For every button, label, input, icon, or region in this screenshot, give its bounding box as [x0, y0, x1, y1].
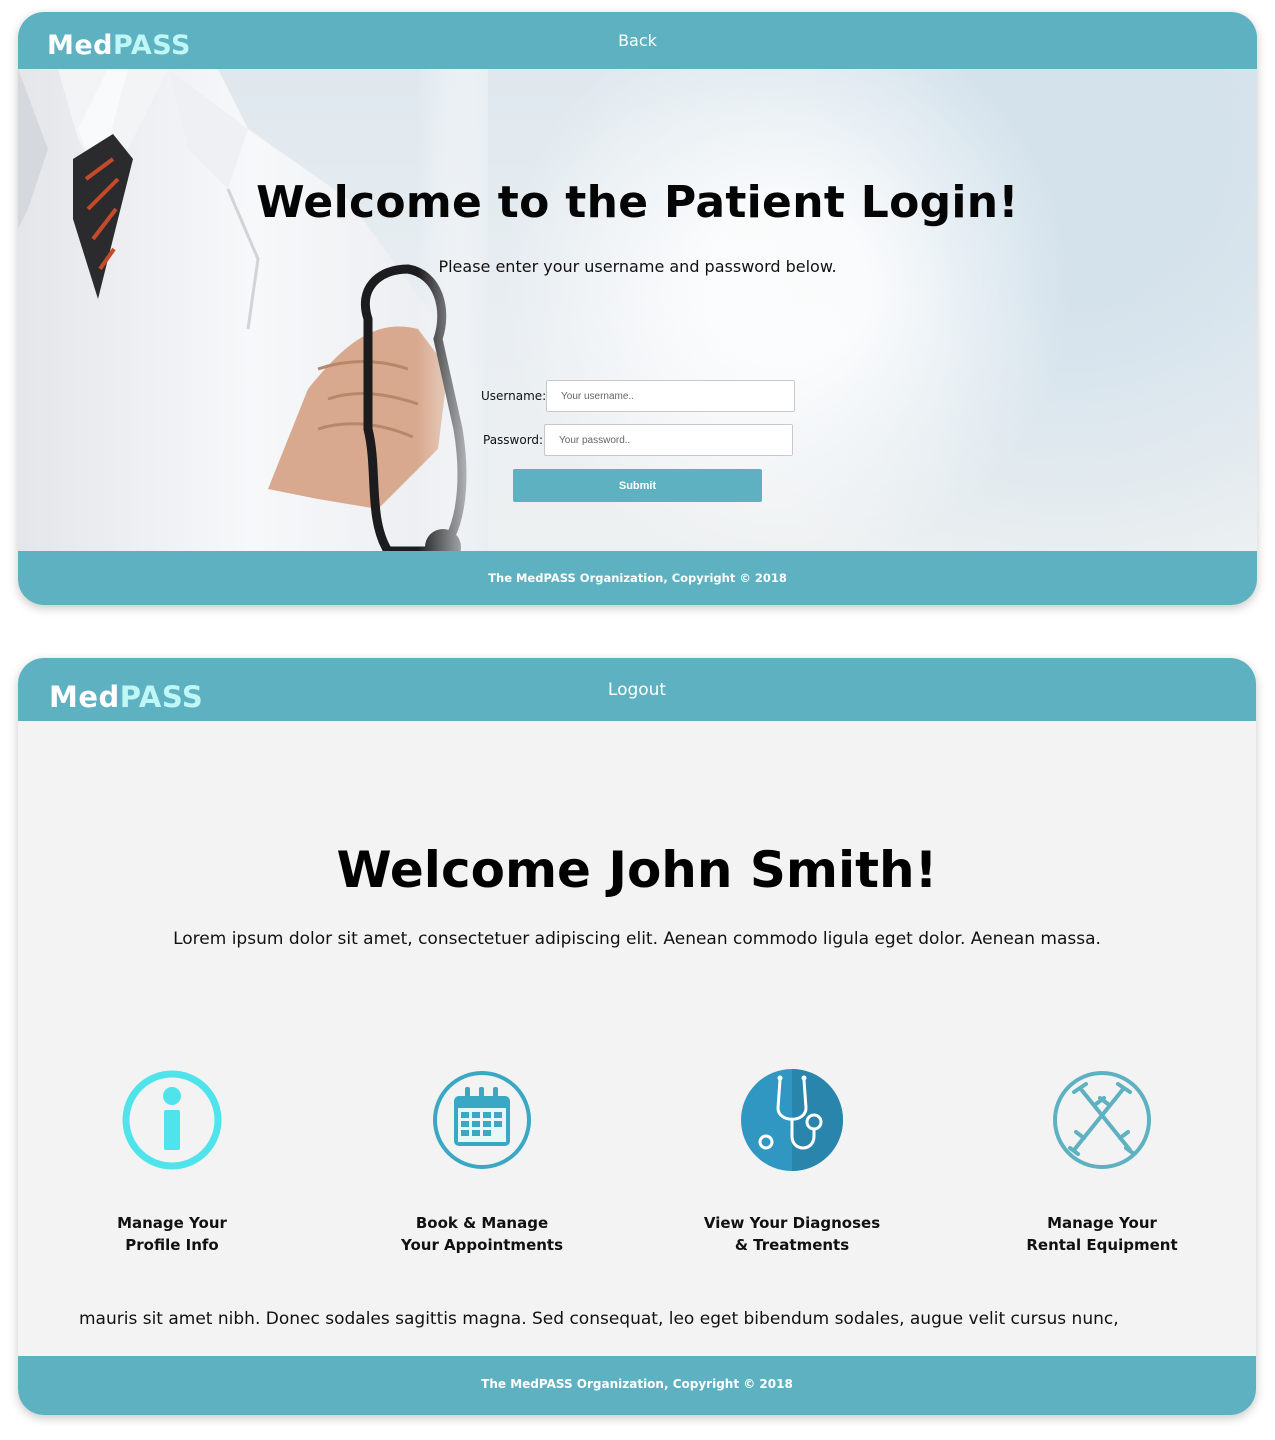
welcome-title: Welcome John Smith!	[336, 841, 938, 899]
crutches-icon	[1053, 1071, 1151, 1169]
username-label: Username:	[481, 389, 547, 403]
dashboard-footer: The MedPASS Organization, Copyright © 20…	[18, 1356, 1256, 1415]
tile-label: Manage Your Profile Info	[117, 1214, 227, 1254]
username-input[interactable]	[546, 380, 795, 412]
tile-diagnoses[interactable]: View Your Diagnoses & Treatments	[672, 1068, 912, 1256]
doctor-image	[18, 69, 488, 551]
login-title: Welcome to the Patient Login!	[256, 177, 1019, 228]
dashboard-screen: MedPASS Logout Welcome John Smith! Lorem…	[18, 658, 1256, 1415]
login-hero: Welcome to the Patient Login! Please ent…	[18, 69, 1257, 551]
welcome-intro: Lorem ipsum dolor sit amet, consectetuer…	[173, 929, 1101, 949]
dashboard-header: MedPASS Logout	[18, 658, 1256, 721]
username-row: Username:	[18, 380, 1257, 412]
tile-rental-equipment[interactable]: Manage Your Rental Equipment	[982, 1068, 1222, 1256]
back-link[interactable]: Back	[18, 31, 1257, 50]
body-text: mauris sit amet nibh. Donec sodales sagi…	[79, 1309, 1119, 1329]
tile-label: Manage Your Rental Equipment	[1026, 1214, 1178, 1254]
password-input[interactable]	[544, 424, 793, 456]
stethoscope-icon	[741, 1069, 843, 1171]
submit-button[interactable]: Submit	[513, 469, 762, 502]
login-screen: MedPASS Back Welcome to the Patient Logi…	[18, 12, 1257, 605]
password-row: Password:	[18, 424, 1257, 456]
tile-profile-info[interactable]: Manage Your Profile Info	[52, 1068, 292, 1256]
login-footer: The MedPASS Organization, Copyright © 20…	[18, 551, 1257, 605]
logout-link[interactable]: Logout	[18, 680, 1256, 700]
login-subtitle: Please enter your username and password …	[438, 257, 837, 276]
calendar-icon	[433, 1071, 531, 1169]
password-label: Password:	[483, 433, 544, 447]
tile-label: View Your Diagnoses & Treatments	[703, 1214, 881, 1254]
info-icon	[122, 1070, 222, 1170]
login-header: MedPASS Back	[18, 12, 1257, 69]
tile-label: Book & Manage Your Appointments	[400, 1214, 564, 1254]
tile-appointments[interactable]: Book & Manage Your Appointments	[362, 1068, 602, 1256]
